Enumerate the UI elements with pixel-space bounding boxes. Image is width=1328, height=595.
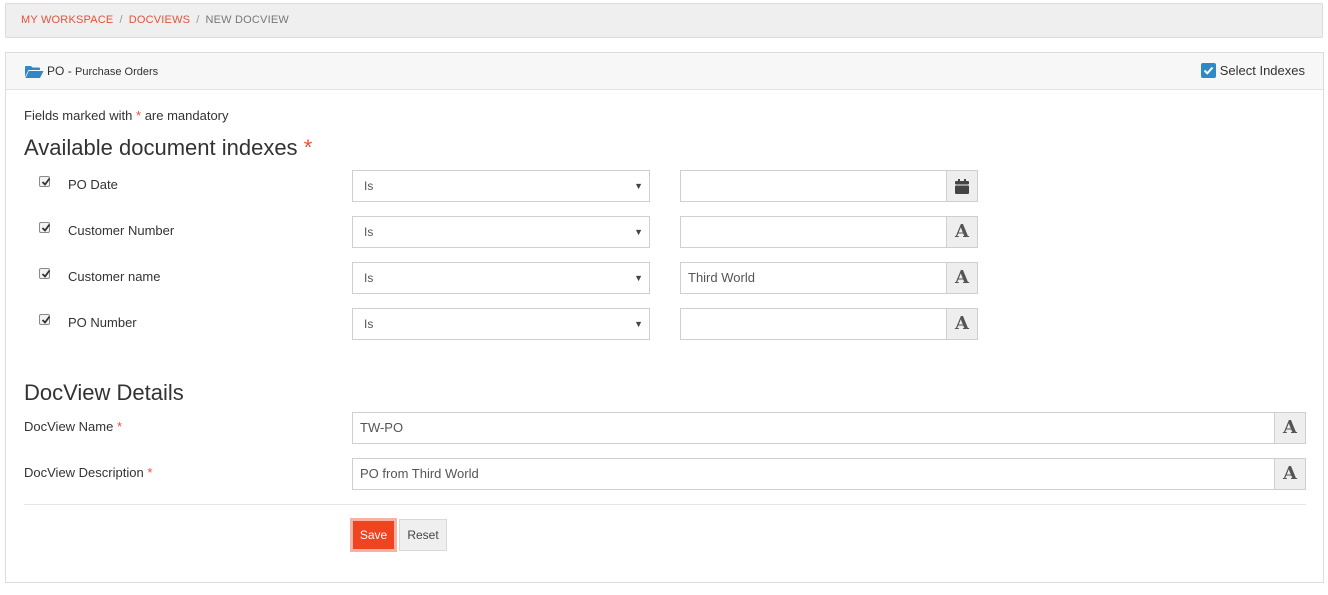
mandatory-note-prefix: Fields marked with (24, 108, 133, 123)
breadcrumb-separator: / (196, 14, 200, 26)
breadcrumb-my-workspace[interactable]: MY WORKSPACE (21, 14, 113, 26)
docview-name-input[interactable]: TW-PO (352, 412, 1276, 444)
operator-select[interactable]: Is ▼ (352, 216, 650, 248)
index-value-input[interactable] (680, 170, 947, 202)
operator-select[interactable]: Is ▼ (352, 262, 650, 294)
caret-down-icon: ▼ (634, 319, 643, 329)
breadcrumb-new-docview: NEW DOCVIEW (205, 14, 289, 26)
index-value-input[interactable] (680, 216, 947, 248)
docview-name-row: DocView Name * TW-PO A (6, 412, 1325, 444)
text-type-icon: A (946, 262, 978, 294)
caret-down-icon: ▼ (634, 181, 643, 191)
panel-title: PO - Purchase Orders (47, 64, 158, 78)
docview-name-label: DocView Name * (24, 419, 122, 434)
panel-header: PO - Purchase Orders Select Indexes (6, 53, 1323, 90)
breadcrumb-docviews[interactable]: DOCVIEWS (129, 14, 191, 26)
docview-description-label: DocView Description * (24, 465, 152, 480)
docview-description-row: DocView Description * PO from Third Worl… (6, 458, 1325, 490)
index-row-customer-number: Customer Number Is ▼ A (6, 216, 1006, 248)
caret-down-icon: ▼ (634, 227, 643, 237)
select-indexes-label: Select Indexes (1219, 63, 1305, 78)
panel-title-dash: - (67, 64, 72, 78)
text-type-icon: A (946, 308, 978, 340)
text-type-icon: A (1274, 458, 1306, 490)
operator-select-value: Is (364, 271, 374, 285)
select-indexes-toggle[interactable]: Select Indexes (1200, 63, 1305, 78)
docview-description-label-text: DocView Description (24, 465, 144, 480)
index-label: Customer Number (68, 223, 175, 238)
index-checkbox-po-date[interactable] (39, 176, 51, 187)
operator-select-value: Is (364, 179, 374, 193)
docview-description-input[interactable]: PO from Third World (352, 458, 1276, 490)
operator-select[interactable]: Is ▼ (352, 308, 650, 340)
indexes-heading: Available document indexes * (24, 135, 312, 161)
required-star: * (147, 465, 153, 480)
index-value-input[interactable]: Third World (680, 262, 947, 294)
text-type-icon: A (1274, 412, 1306, 444)
form-divider (24, 504, 1306, 505)
index-value-input[interactable] (680, 308, 947, 340)
index-label: PO Date (68, 177, 118, 192)
mandatory-note-suffix: are mandatory (144, 108, 229, 123)
index-row-po-number: PO Number Is ▼ A (6, 308, 1006, 340)
reset-button[interactable]: Reset (399, 519, 447, 551)
breadcrumb: MY WORKSPACE / DOCVIEWS / NEW DOCVIEW (5, 3, 1323, 38)
text-type-icon: A (946, 216, 978, 248)
indexes-heading-text: Available document indexes (24, 135, 298, 160)
required-star: * (136, 108, 142, 123)
index-checkbox-customer-number[interactable] (39, 222, 51, 233)
panel-title-code: PO (47, 64, 65, 78)
calendar-icon[interactable] (946, 170, 978, 202)
required-star: * (116, 419, 123, 434)
details-heading: DocView Details (24, 380, 184, 405)
index-label: PO Number (68, 315, 137, 330)
required-star: * (303, 135, 313, 160)
operator-select-value: Is (364, 225, 374, 239)
operator-select[interactable]: Is ▼ (352, 170, 650, 202)
mandatory-note: Fields marked with * are mandatory (24, 108, 229, 123)
index-row-po-date: PO Date Is ▼ (6, 170, 1006, 202)
index-checkbox-po-number[interactable] (39, 314, 51, 325)
panel-title-name: Purchase Orders (75, 66, 159, 78)
folder-open-icon (24, 65, 44, 79)
operator-select-value: Is (364, 317, 374, 331)
docview-panel: PO - Purchase Orders Select Indexes Fiel… (5, 52, 1324, 583)
index-row-customer-name: Customer name Is ▼ Third World A (6, 262, 1006, 294)
breadcrumb-separator: / (119, 14, 123, 26)
index-checkbox-customer-name[interactable] (39, 268, 51, 279)
save-button[interactable]: Save (350, 518, 397, 552)
index-label: Customer name (68, 269, 161, 284)
select-indexes-checkbox[interactable] (1200, 63, 1216, 78)
docview-name-label-text: DocView Name (24, 419, 114, 434)
caret-down-icon: ▼ (634, 273, 643, 283)
